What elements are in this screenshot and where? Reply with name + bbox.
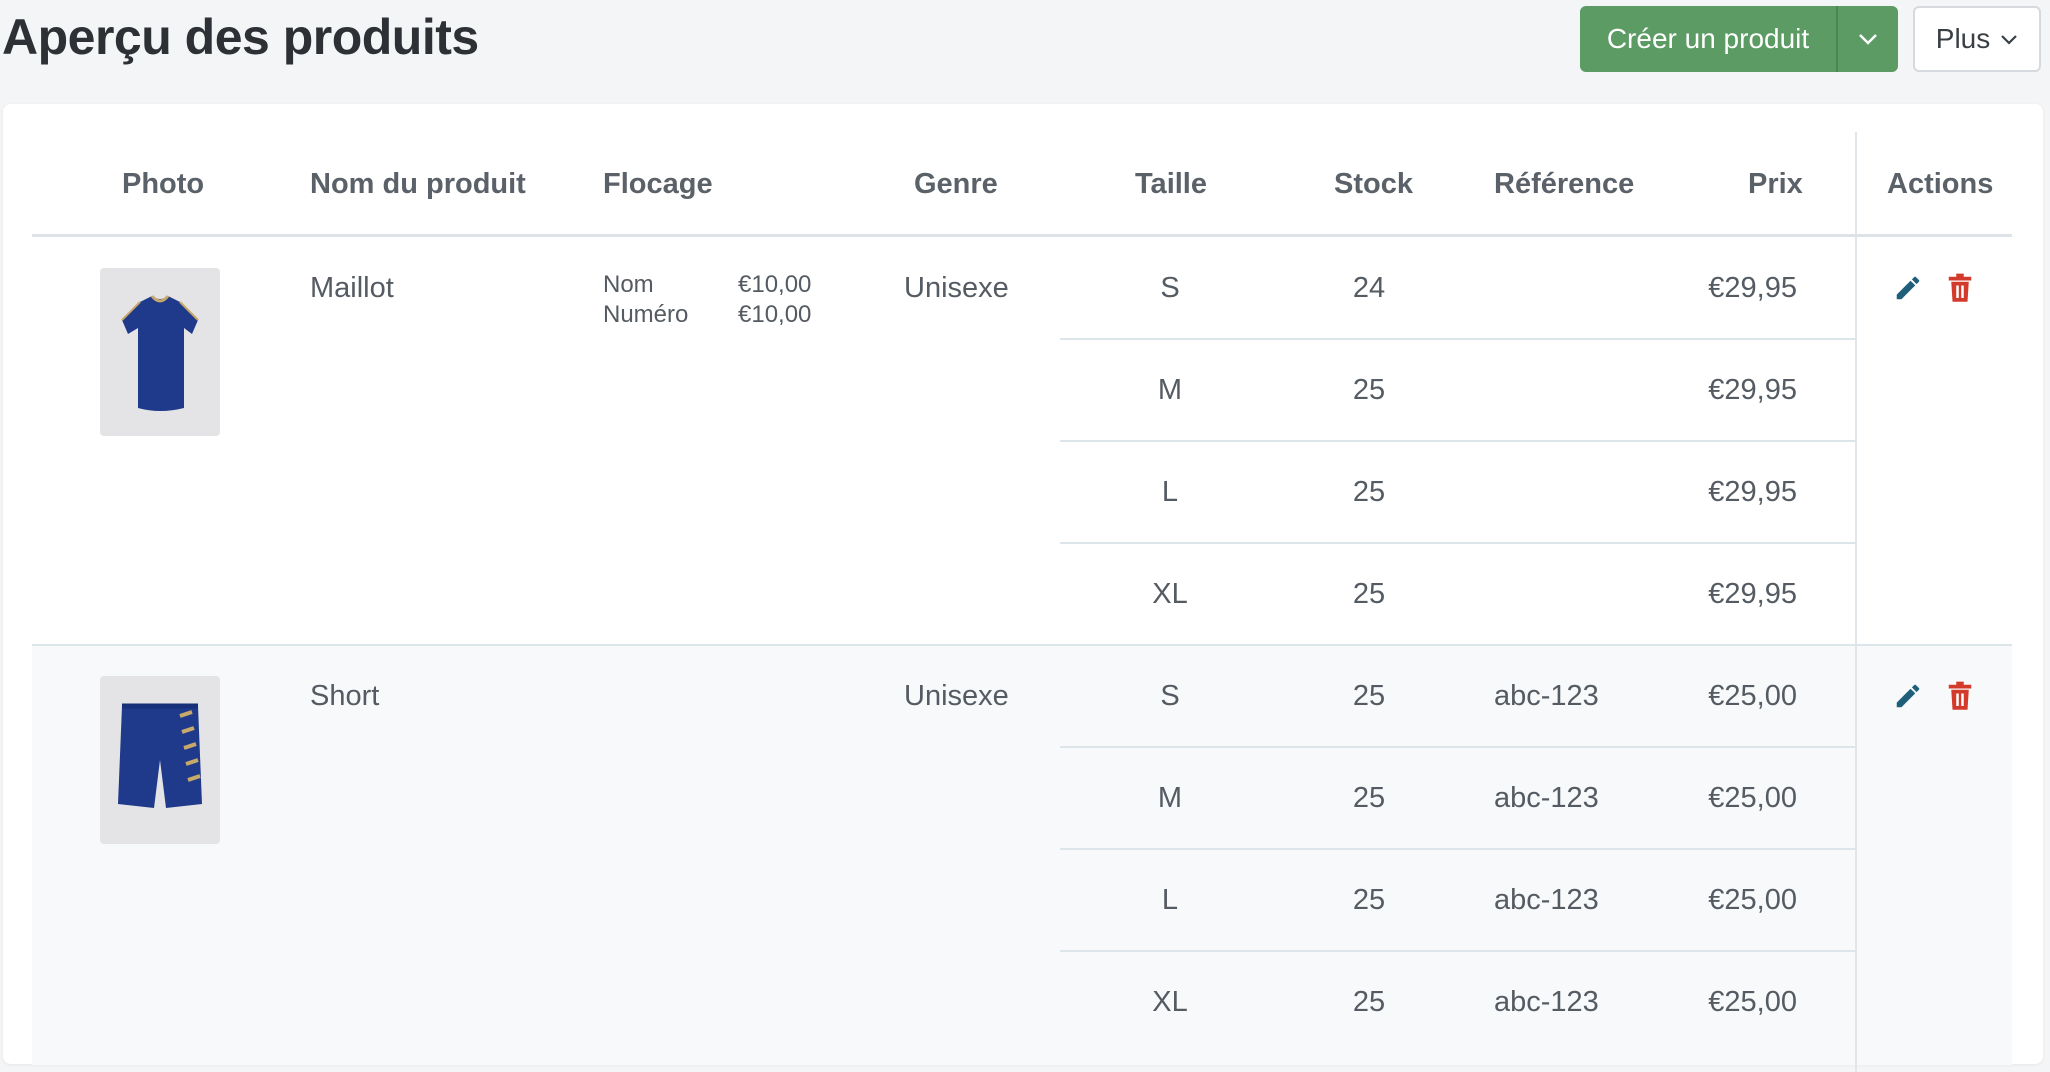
trash-icon xyxy=(1948,273,1972,302)
edit-product-button[interactable] xyxy=(1891,271,1925,305)
variant-price: €25,00 xyxy=(1708,782,1797,814)
create-product-dropdown-toggle[interactable] xyxy=(1836,6,1898,72)
column-header-taille: Taille xyxy=(1135,168,1207,200)
variant-stock: 25 xyxy=(1352,986,1386,1018)
pencil-icon xyxy=(1896,276,1920,300)
variant-divider xyxy=(1060,950,1856,952)
variant-divider xyxy=(1060,746,1856,748)
column-header-photo: Photo xyxy=(122,168,205,200)
variant-size: XL xyxy=(1152,578,1188,610)
create-product-button[interactable]: Créer un produit xyxy=(1580,6,1836,72)
shorts-image xyxy=(118,703,202,808)
variant-price: €25,00 xyxy=(1708,884,1797,916)
table-header-divider xyxy=(32,234,2012,237)
column-header-name: Nom du produit xyxy=(310,168,526,200)
product-genre: Unisexe xyxy=(904,272,1009,304)
variant-size: M xyxy=(1157,374,1183,406)
variant-stock: 25 xyxy=(1352,884,1386,916)
page-title: Aperçu des produits xyxy=(2,9,479,65)
variant-reference: abc-123 xyxy=(1494,782,1599,814)
more-button[interactable]: Plus xyxy=(1913,6,2041,72)
actions-column-divider xyxy=(1855,132,1857,1072)
variant-reference: abc-123 xyxy=(1494,680,1599,712)
variant-divider xyxy=(1060,338,1856,340)
pencil-icon xyxy=(1896,684,1920,708)
flocage-price: €10,00 xyxy=(738,271,812,298)
variant-reference: abc-123 xyxy=(1494,884,1599,916)
variant-stock: 24 xyxy=(1352,272,1386,304)
variant-stock: 25 xyxy=(1352,578,1386,610)
product-photo xyxy=(100,676,220,844)
variant-stock: 25 xyxy=(1352,476,1386,508)
column-header-prix: Prix xyxy=(1748,168,1803,200)
variant-price: €29,95 xyxy=(1708,476,1797,508)
variant-size: L xyxy=(1161,884,1179,916)
variant-divider xyxy=(1060,440,1856,442)
variant-price: €29,95 xyxy=(1708,578,1797,610)
product-genre: Unisexe xyxy=(904,680,1009,712)
flocage-label: Numéro xyxy=(603,301,689,328)
variant-stock: 25 xyxy=(1352,680,1386,712)
variant-price: €29,95 xyxy=(1708,374,1797,406)
variant-stock: 25 xyxy=(1352,374,1386,406)
variant-size: S xyxy=(1160,272,1180,304)
chevron-down-icon xyxy=(1859,34,1877,45)
variant-reference: abc-123 xyxy=(1494,986,1599,1018)
product-photo xyxy=(100,268,220,436)
column-header-genre: Genre xyxy=(914,168,998,200)
variant-size: S xyxy=(1160,680,1180,712)
column-header-actions: Actions xyxy=(1887,168,1994,200)
variant-price: €29,95 xyxy=(1708,272,1797,304)
delete-product-button[interactable] xyxy=(1943,271,1977,305)
product-name: Short xyxy=(310,680,380,712)
variant-size: L xyxy=(1161,476,1179,508)
variant-divider xyxy=(1060,542,1856,544)
variant-divider xyxy=(1060,848,1856,850)
column-header-reference: Référence xyxy=(1494,168,1635,200)
variant-price: €25,00 xyxy=(1708,986,1797,1018)
page-header: Aperçu des produits Créer un produit Plu… xyxy=(0,0,2050,104)
variant-stock: 25 xyxy=(1352,782,1386,814)
variant-size: M xyxy=(1157,782,1183,814)
product-name: Maillot xyxy=(310,272,394,304)
column-header-flocage: Flocage xyxy=(603,168,713,200)
edit-product-button[interactable] xyxy=(1891,679,1925,713)
variant-size: XL xyxy=(1152,986,1188,1018)
more-button-label: Plus xyxy=(1935,23,1991,54)
column-header-stock: Stock xyxy=(1334,168,1413,200)
chevron-down-icon xyxy=(2001,34,2018,45)
delete-product-button[interactable] xyxy=(1943,679,1977,713)
flocage-label: Nom xyxy=(603,271,654,298)
variant-price: €25,00 xyxy=(1708,680,1797,712)
trash-icon xyxy=(1948,681,1972,710)
flocage-price: €10,00 xyxy=(738,301,812,328)
create-product-button-group: Créer un produit xyxy=(1580,6,1898,72)
jersey-image xyxy=(121,295,199,411)
row-divider xyxy=(32,644,2012,646)
